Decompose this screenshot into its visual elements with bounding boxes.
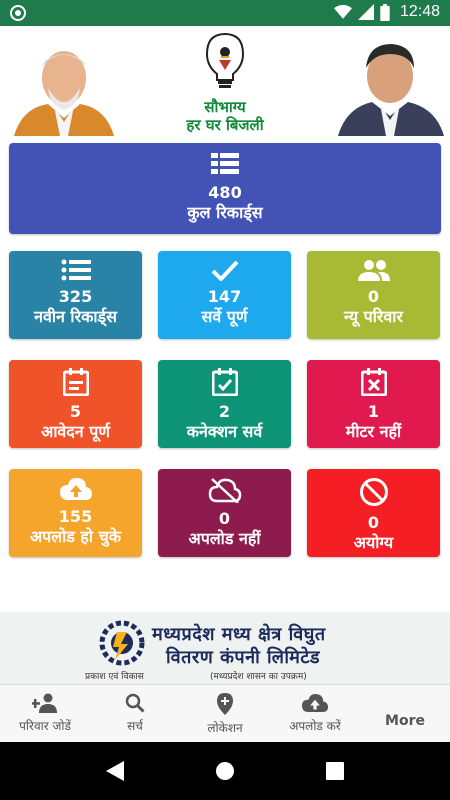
nav-label: More: [385, 713, 425, 729]
card-label: नवीन रिकार्ड्स: [34, 307, 117, 326]
nav-location[interactable]: लोकेशन: [180, 685, 270, 742]
card-count: 1: [367, 402, 380, 421]
check-icon: [211, 260, 238, 281]
nav-label: सर्च: [127, 719, 143, 733]
list-icon: [211, 153, 239, 174]
recents-icon[interactable]: [326, 762, 345, 780]
company-name-line2: वितरण कंपनी लिमिटेड: [166, 647, 321, 668]
list-icon: [61, 259, 91, 281]
total-records-card[interactable]: 480 कुल रिकार्ड्स: [9, 143, 441, 234]
connection-survey-card[interactable]: 2 कनेक्शन सर्व: [158, 360, 291, 448]
logo-tagline-1: सौभाग्य: [204, 98, 246, 116]
ineligible-card[interactable]: 0 अयोग्य: [307, 469, 440, 557]
survey-complete-card[interactable]: 147 सर्वे पूर्ण: [158, 251, 291, 339]
card-label: अपलोड नहीं: [188, 529, 261, 548]
status-bar: 12:48: [0, 0, 450, 26]
not-uploaded-card[interactable]: 0 अपलोड नहीं: [158, 469, 291, 557]
logo-tagline-2: हर घर बिजली: [186, 116, 264, 134]
cloud-upload-icon: [302, 693, 328, 712]
nav-label: लोकेशन: [207, 721, 243, 735]
card-count: 2: [218, 402, 231, 421]
card-label: अपलोड हो चुके: [29, 527, 122, 546]
wifi-icon: [333, 4, 352, 19]
nav-label: परिवार जोडें: [19, 719, 71, 733]
new-family-card[interactable]: 0 न्यू परिवार: [307, 251, 440, 339]
search-icon: [125, 693, 145, 713]
company-logo: [99, 620, 145, 666]
total-count: 480: [208, 183, 242, 202]
system-navigation-bar: [0, 742, 450, 800]
cloud-off-icon: [208, 478, 241, 503]
card-label: मीटर नहीं: [345, 422, 402, 441]
nav-more[interactable]: More: [360, 685, 450, 742]
card-count: 155: [58, 507, 93, 526]
card-label: आवेदन पूर्ण: [41, 422, 110, 441]
leader-photo-right: [338, 44, 444, 136]
card-count: 0: [367, 513, 380, 532]
card-label: सर्वे पूर्ण: [201, 307, 248, 326]
bulb-logo-icon: [205, 32, 245, 88]
total-label: कुल रिकार्ड्स: [187, 203, 263, 222]
uploaded-card[interactable]: 155 अपलोड हो चुके: [9, 469, 142, 557]
company-motto: प्रकाश एवं विकास: [85, 672, 144, 682]
calendar-icon: [62, 368, 89, 396]
card-count: 0: [218, 509, 231, 528]
card-count: 325: [58, 287, 93, 306]
target-icon: [10, 5, 26, 21]
company-subtitle: (मध्यप्रदेश शासन का उपक्रम): [210, 672, 307, 682]
leader-photo-left: [14, 51, 114, 136]
saubhagya-logo: सौभाग्य हर घर बिजली: [175, 30, 275, 134]
signal-icon: [357, 4, 374, 20]
new-records-card[interactable]: 325 नवीन रिकार्ड्स: [9, 251, 142, 339]
bottom-navigation: परिवार जोडें सर्च लोकेशन अपलोड करें More: [0, 684, 450, 742]
application-complete-card[interactable]: 5 आवेदन पूर्ण: [9, 360, 142, 448]
people-icon: [357, 260, 390, 281]
block-icon: [359, 478, 388, 506]
card-label: न्यू परिवार: [344, 307, 403, 326]
company-name-line1: मध्यप्रदेश मध्य क्षेत्र विघुत: [152, 624, 326, 645]
add-person-icon: [32, 693, 57, 713]
home-icon[interactable]: [215, 761, 235, 781]
card-label: कनेक्शन सर्व: [186, 422, 263, 441]
status-time: 12:48: [399, 3, 440, 20]
nav-search[interactable]: सर्च: [90, 685, 180, 742]
card-count: 147: [207, 287, 242, 306]
calendar-check-icon: [211, 368, 238, 396]
company-banner: मध्यप्रदेश मध्य क्षेत्र विघुत वितरण कंपन…: [0, 612, 450, 684]
battery-icon: [380, 3, 390, 21]
nav-upload[interactable]: अपलोड करें: [270, 685, 360, 742]
nav-add-family[interactable]: परिवार जोडें: [0, 685, 90, 742]
back-icon[interactable]: [105, 761, 124, 781]
calendar-x-icon: [360, 368, 387, 396]
nav-label: अपलोड करें: [289, 719, 341, 733]
card-count: 5: [69, 402, 82, 421]
card-count: 0: [367, 287, 380, 306]
cloud-upload-icon: [59, 477, 92, 500]
no-meter-card[interactable]: 1 मीटर नहीं: [307, 360, 440, 448]
location-icon: [217, 693, 233, 715]
app-header: सौभाग्य हर घर बिजली: [0, 26, 450, 136]
card-label: अयोग्य: [353, 533, 394, 552]
